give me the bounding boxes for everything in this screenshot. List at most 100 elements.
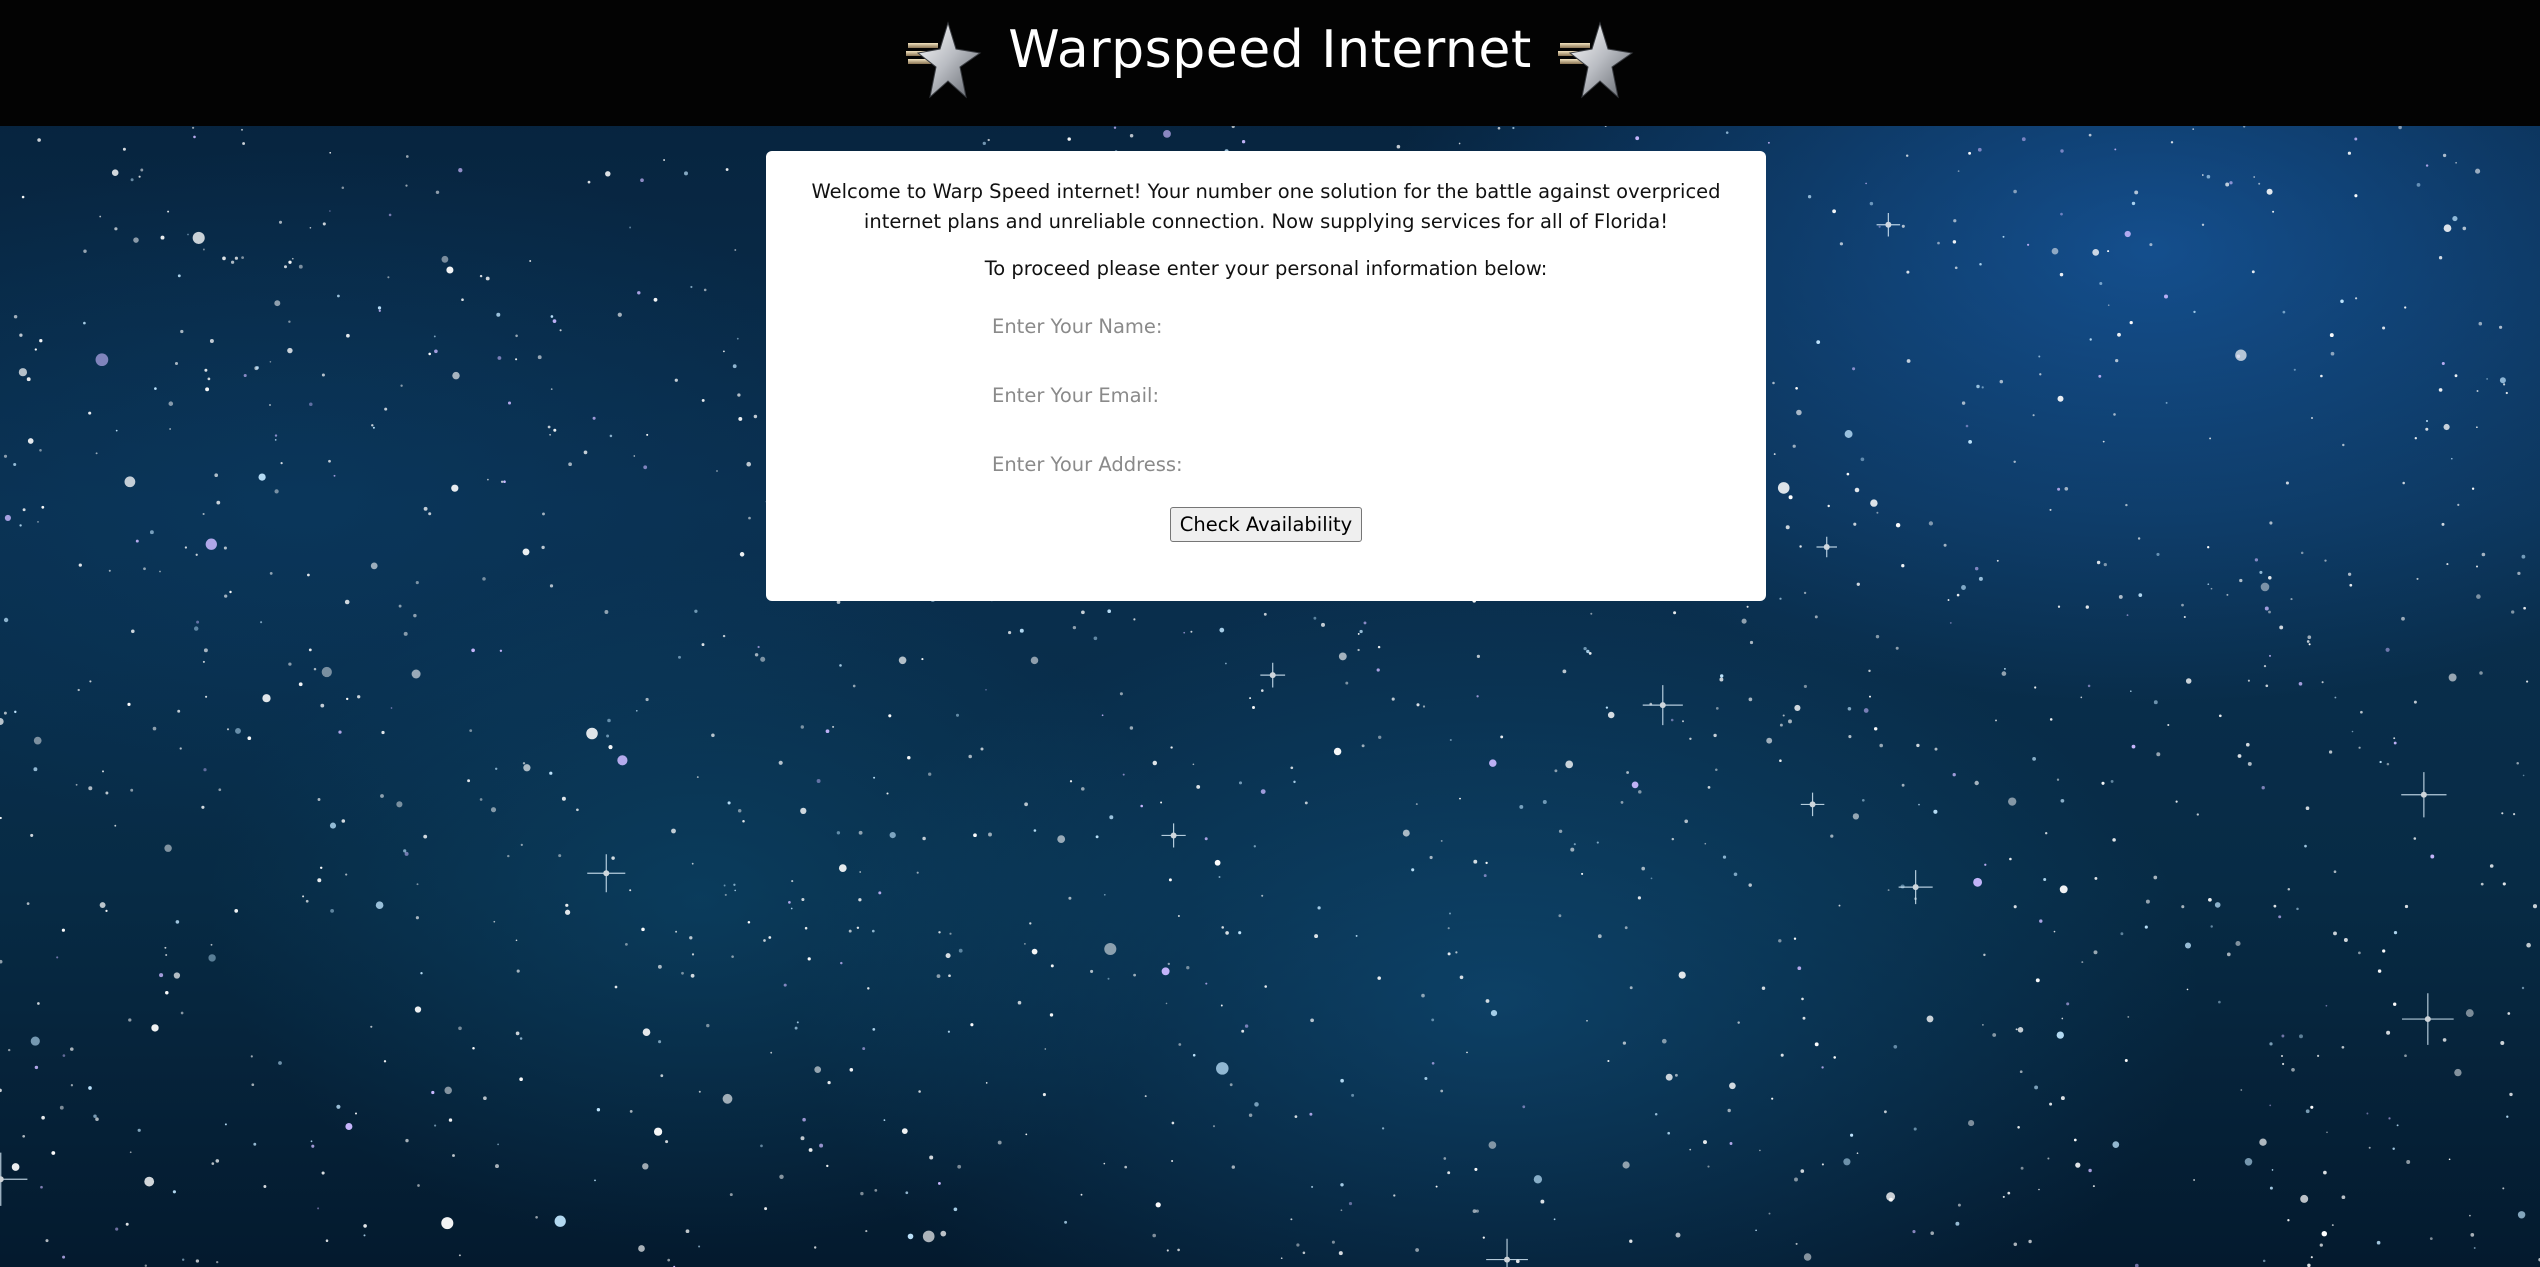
sparkle	[1876, 212, 1901, 237]
star	[1876, 511, 1879, 514]
star	[1794, 704, 1801, 711]
star	[102, 770, 104, 773]
star	[319, 866, 323, 870]
star	[1485, 999, 1490, 1003]
star	[2316, 1054, 2320, 1058]
sparkle	[1161, 823, 1186, 848]
star	[1170, 746, 1173, 749]
star	[764, 1207, 768, 1211]
star	[1961, 585, 1966, 590]
star	[2308, 643, 2311, 646]
star	[175, 920, 180, 924]
email-input[interactable]	[992, 375, 1552, 415]
star	[487, 478, 489, 481]
star	[2034, 1085, 2039, 1090]
star	[1025, 1133, 1028, 1136]
star	[1293, 780, 1296, 784]
star	[660, 1074, 664, 1078]
star	[160, 235, 165, 240]
star	[131, 629, 135, 634]
star	[537, 355, 542, 360]
star	[2320, 374, 2323, 378]
address-input[interactable]	[992, 444, 1552, 484]
instruction-text: To proceed please enter your personal in…	[984, 257, 1548, 280]
star	[1338, 1251, 1343, 1256]
star	[1044, 1048, 1047, 1050]
star	[2481, 552, 2486, 557]
star	[1313, 616, 1317, 620]
star	[1667, 1131, 1671, 1135]
star	[138, 175, 141, 178]
star	[1069, 780, 1073, 783]
star	[274, 300, 281, 307]
star	[1050, 964, 1054, 968]
star	[325, 1239, 329, 1242]
star	[690, 973, 695, 978]
star	[1888, 1197, 1893, 1202]
star	[2475, 168, 2481, 174]
star	[1231, 1165, 1236, 1169]
star	[1429, 855, 1433, 860]
star	[507, 854, 510, 858]
star	[1031, 948, 1038, 955]
star	[2021, 137, 2026, 142]
star	[13, 314, 18, 319]
star	[317, 798, 321, 801]
star	[1104, 942, 1117, 956]
star	[608, 745, 613, 750]
star	[2526, 680, 2529, 683]
star	[2425, 427, 2429, 431]
star	[2386, 762, 2390, 766]
star	[195, 1259, 200, 1263]
star	[180, 1011, 184, 1015]
star	[2088, 133, 2092, 137]
star	[1729, 1142, 1733, 1145]
star	[420, 972, 423, 975]
star	[111, 169, 119, 176]
star	[1391, 697, 1395, 701]
star	[711, 733, 715, 738]
star	[1974, 780, 1979, 786]
star	[535, 1216, 538, 1219]
star	[497, 356, 502, 360]
star	[496, 312, 501, 317]
star	[330, 909, 334, 913]
star	[448, 1118, 453, 1122]
star	[675, 930, 678, 933]
star	[1952, 240, 1957, 244]
name-input[interactable]	[992, 306, 1552, 346]
star	[428, 352, 431, 356]
star	[860, 1191, 864, 1196]
star	[2085, 605, 2089, 609]
email-field-row	[766, 375, 1766, 444]
star	[1540, 1199, 1545, 1204]
star	[482, 577, 486, 581]
star	[1638, 790, 1642, 794]
star	[1171, 1159, 1174, 1163]
star	[724, 893, 727, 896]
star	[377, 306, 382, 310]
star	[2343, 938, 2348, 942]
star	[180, 329, 184, 334]
star	[2386, 1030, 2391, 1035]
star	[757, 645, 760, 649]
star	[1635, 136, 1640, 141]
star	[1979, 263, 1982, 266]
star	[733, 883, 736, 886]
sparkle	[587, 854, 626, 893]
star	[2214, 902, 2221, 908]
star	[2258, 182, 2261, 185]
star	[738, 416, 743, 421]
star	[89, 680, 92, 683]
star	[2402, 481, 2405, 485]
star	[872, 1028, 876, 1031]
star	[940, 1230, 947, 1237]
star	[45, 1239, 49, 1243]
sparkle	[0, 1152, 28, 1206]
star	[1713, 733, 1717, 738]
sparkle	[2401, 993, 2454, 1045]
star	[1793, 937, 1797, 940]
star	[469, 729, 473, 732]
star	[2201, 223, 2205, 227]
star	[284, 265, 287, 269]
